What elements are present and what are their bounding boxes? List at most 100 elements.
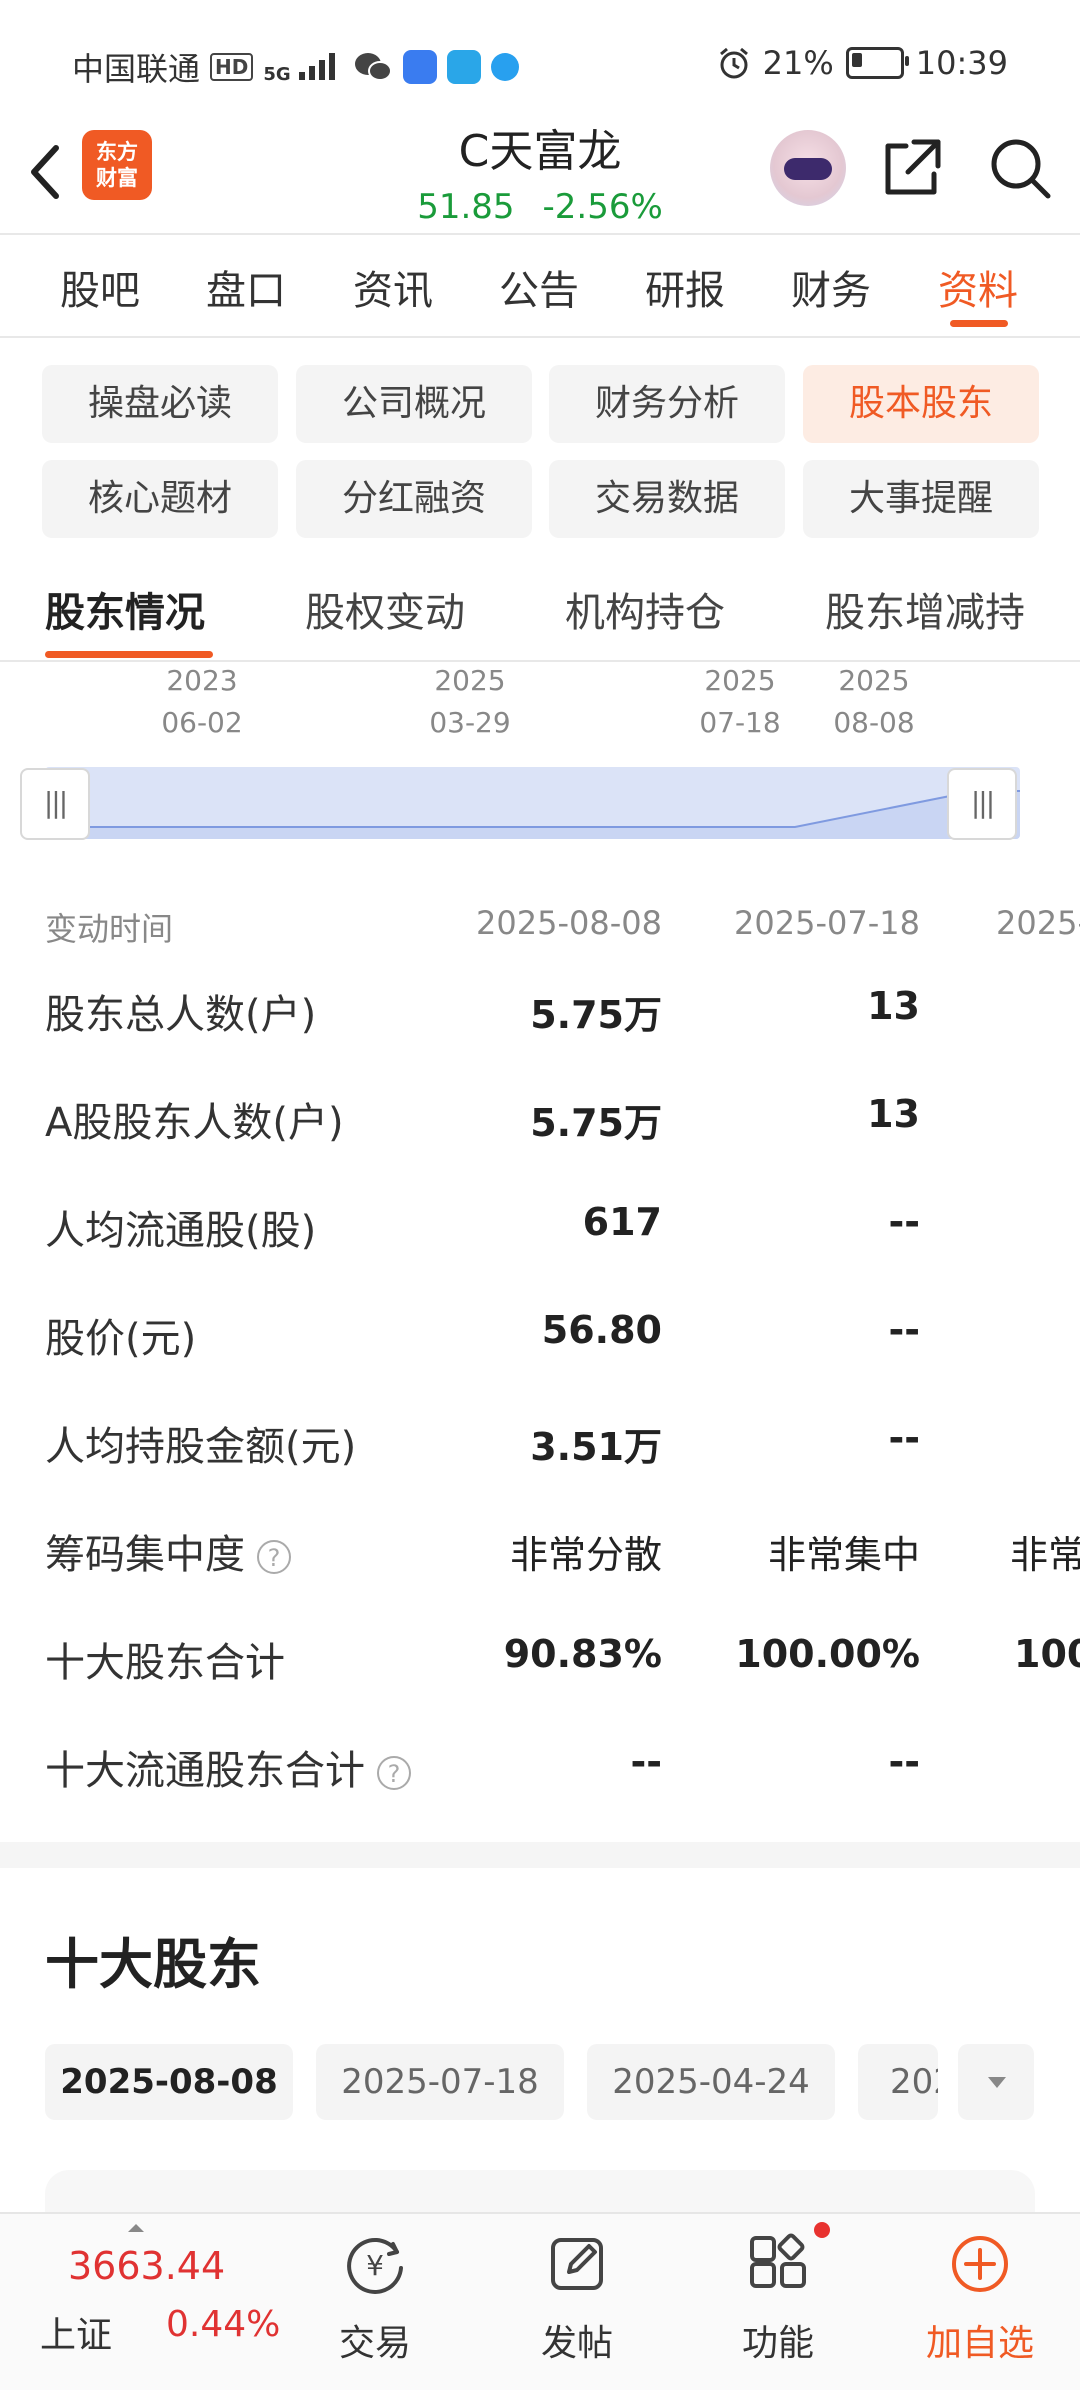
- battery-percent: 21%: [762, 44, 834, 82]
- signal-icon: 5G: [263, 50, 343, 84]
- share-icon[interactable]: [880, 136, 944, 200]
- table-cell: 100.00%: [735, 1632, 920, 1676]
- index-value: 3663.44: [68, 2244, 226, 2288]
- timeline-range-track[interactable]: [45, 767, 1020, 839]
- nav-post[interactable]: 发帖: [497, 2214, 657, 2390]
- index-name: 上证: [40, 2315, 113, 2356]
- table-cell: 非常分散: [509, 1533, 662, 1577]
- date-pill[interactable]: 2025-08-08: [45, 2044, 293, 2120]
- expand-up-icon: [128, 2224, 144, 2232]
- table-cell: 非常: [1010, 1533, 1080, 1577]
- app-header: 东方 财富 C天富龙 51.85 -2.56%: [0, 110, 1080, 234]
- nav-functions[interactable]: 功能: [698, 2214, 858, 2390]
- table-cell: 13: [867, 1092, 920, 1136]
- chip-financial-analysis[interactable]: 财务分析: [549, 365, 785, 443]
- back-arrow-icon[interactable]: [18, 132, 78, 212]
- stock-price: 51.85: [417, 187, 515, 227]
- app-logo[interactable]: 东方 财富: [82, 130, 152, 200]
- wechat-icon: [354, 53, 392, 81]
- table-cell: 5.75万: [530, 993, 662, 1037]
- tab-pankou[interactable]: 盘口: [186, 258, 306, 316]
- tab-guba[interactable]: 股吧: [40, 258, 160, 316]
- stock-change: -2.56%: [542, 187, 663, 227]
- taobao-app-icon: [402, 50, 437, 84]
- tab-finance[interactable]: 财务: [771, 258, 891, 316]
- reader-app-icon: [446, 50, 481, 84]
- grid-icon: [750, 2233, 806, 2288]
- tab-research[interactable]: 研报: [625, 258, 745, 316]
- table-cell: 5.75万: [530, 1101, 662, 1145]
- row-label: 十大流通股东合计?: [45, 1738, 411, 1796]
- stock-quote: 51.85 -2.56%: [340, 187, 740, 227]
- subtab-shareholder-status[interactable]: 股东情况: [45, 580, 205, 638]
- battery-icon: [845, 47, 909, 79]
- chip-core-themes[interactable]: 核心题材: [42, 460, 278, 538]
- nav-trade[interactable]: ¥ 交易: [295, 2214, 455, 2390]
- timeline-sparkline: [45, 790, 1020, 839]
- notification-dot: [814, 2222, 830, 2238]
- date-pill[interactable]: 202: [858, 2044, 938, 2120]
- row-label: A股股东人数(户): [45, 1100, 344, 1146]
- table-col-date: 2025-07-18: [734, 904, 920, 942]
- date-dropdown-button[interactable]: [958, 2044, 1034, 2120]
- help-icon[interactable]: ?: [377, 1756, 411, 1790]
- row-label: 十大股东合计: [45, 1640, 285, 1686]
- carrier-name: 中国联通: [72, 50, 201, 88]
- search-icon[interactable]: [986, 134, 1054, 202]
- timeline-date: 2025 03-29: [429, 664, 511, 739]
- table-cell: --: [888, 1740, 920, 1784]
- timeline-right-handle[interactable]: |||: [947, 768, 1017, 840]
- table-cell: 617: [582, 1200, 662, 1244]
- trade-icon: ¥: [347, 2237, 403, 2294]
- section-title: 十大股东: [45, 1933, 261, 1996]
- timeline-date: 2025 08-08: [833, 664, 915, 739]
- row-label: 人均流通股(股): [45, 1208, 317, 1254]
- chip-company-overview[interactable]: 公司概况: [296, 365, 532, 443]
- chip-trading-data[interactable]: 交易数据: [549, 460, 785, 538]
- help-icon[interactable]: ?: [257, 1540, 291, 1574]
- timeline-date: 2023 06-02: [161, 664, 243, 739]
- date-pill[interactable]: 2025-07-18: [316, 2044, 564, 2120]
- chip-dividends-financing[interactable]: 分红融资: [296, 460, 532, 538]
- tab-announcements[interactable]: 公告: [479, 258, 599, 316]
- active-tab-indicator: [950, 320, 1008, 327]
- nav-label: 加自选: [925, 2323, 1034, 2364]
- section-separator: [0, 1842, 1080, 1868]
- timeline-left-handle[interactable]: |||: [20, 768, 90, 840]
- table-col-date: 2025-08-08: [476, 904, 662, 942]
- date-pill[interactable]: 2025-04-24: [587, 2044, 835, 2120]
- chip-event-reminders[interactable]: 大事提醒: [803, 460, 1039, 538]
- table-cell: --: [888, 1308, 920, 1352]
- logo-text-top: 东方: [96, 140, 138, 164]
- subtab-institutional-holdings[interactable]: 机构持仓: [565, 580, 725, 638]
- table-col-date: 2025-: [996, 904, 1080, 942]
- tab-profile[interactable]: 资料: [918, 258, 1038, 316]
- ai-assistant-avatar[interactable]: [770, 130, 846, 206]
- svg-text:¥: ¥: [366, 2249, 384, 2282]
- table-cell: 非常集中: [767, 1533, 920, 1577]
- tab-news[interactable]: 资讯: [333, 258, 453, 316]
- hd-badge: HD: [210, 53, 254, 81]
- nav-label: 发帖: [540, 2323, 613, 2364]
- stock-title: C天富龙 51.85 -2.56%: [340, 115, 740, 227]
- row-label: 股价(元): [45, 1316, 197, 1362]
- add-circle-icon: [952, 2236, 1008, 2292]
- timeline-date: 2025 07-18: [699, 664, 781, 739]
- chip-trading-must-read[interactable]: 操盘必读: [42, 365, 278, 443]
- bottom-nav: 3663.44 上证 0.44% ¥ 交易 发帖 功能 加自选: [0, 2212, 1080, 2390]
- nav-add-watchlist[interactable]: 加自选: [900, 2214, 1060, 2390]
- active-subtab-indicator: [45, 651, 213, 658]
- table-header-label: 变动时间: [45, 910, 174, 948]
- table-cell: --: [630, 1740, 662, 1784]
- nav-label: 交易: [338, 2323, 411, 2364]
- table-cell: 13: [867, 984, 920, 1028]
- status-bar: 中国联通 HD 5G 21% 10:39: [0, 0, 1080, 120]
- table-cell: --: [888, 1416, 920, 1460]
- subtab-equity-changes[interactable]: 股权变动: [305, 580, 465, 638]
- clock: 10:39: [915, 44, 1008, 82]
- subtab-holding-changes[interactable]: 股东增减持: [825, 580, 1025, 638]
- table-cell: 3.51万: [530, 1425, 662, 1469]
- chip-capital-shareholders[interactable]: 股本股东: [803, 365, 1039, 443]
- edit-icon: [551, 2238, 603, 2290]
- logo-text-bottom: 财富: [96, 166, 138, 190]
